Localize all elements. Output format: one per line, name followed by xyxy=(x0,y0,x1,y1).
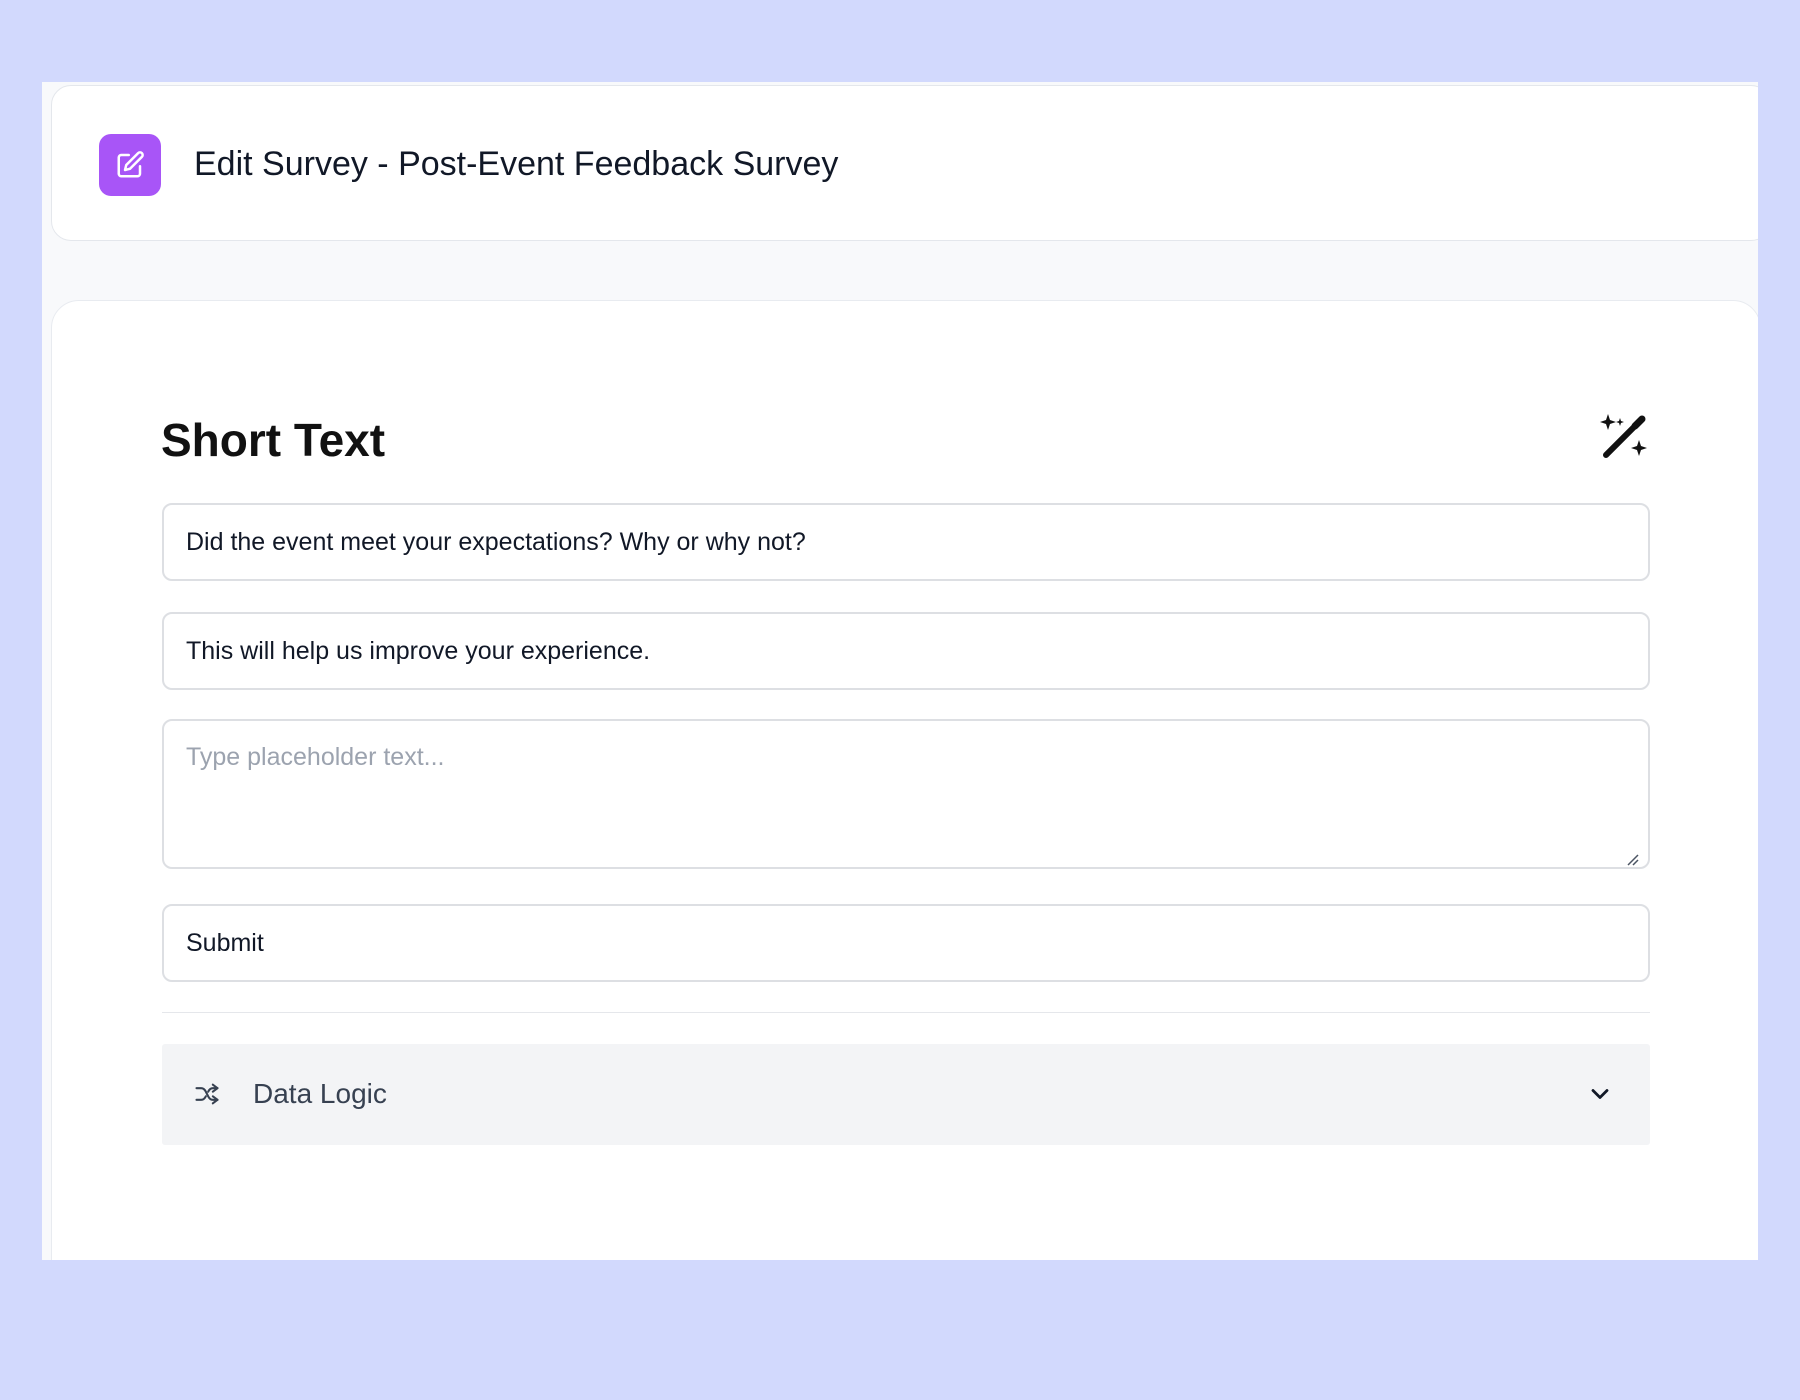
resize-handle[interactable] xyxy=(1626,845,1640,866)
magic-wand-button[interactable] xyxy=(1594,409,1652,467)
description-text-input[interactable]: This will help us improve your experienc… xyxy=(162,612,1650,690)
data-logic-label: Data Logic xyxy=(253,1078,387,1109)
question-type-title: Short Text xyxy=(161,414,386,466)
magic-wand-icon xyxy=(1596,410,1650,467)
data-logic-accordion[interactable]: Data Logic xyxy=(162,1044,1650,1145)
placeholder-textarea[interactable]: Type placeholder text... xyxy=(162,719,1650,869)
app-window: Edit Survey - Post-Event Feedback Survey… xyxy=(42,82,1758,1260)
submit-label-input[interactable]: Submit xyxy=(162,904,1650,982)
page-title: Edit Survey - Post-Event Feedback Survey xyxy=(194,145,839,183)
question-text-input[interactable]: Did the event meet your expectations? Wh… xyxy=(162,503,1650,581)
shuffle-icon xyxy=(193,1080,221,1108)
survey-header: Edit Survey - Post-Event Feedback Survey xyxy=(51,85,1758,241)
section-divider xyxy=(162,1012,1650,1013)
edit-square-icon xyxy=(99,134,161,196)
question-editor-card: Short Text Did the event meet your expec… xyxy=(51,300,1758,1260)
chevron-down-icon[interactable] xyxy=(1586,1080,1614,1108)
placeholder-hint: Type placeholder text... xyxy=(186,743,445,771)
